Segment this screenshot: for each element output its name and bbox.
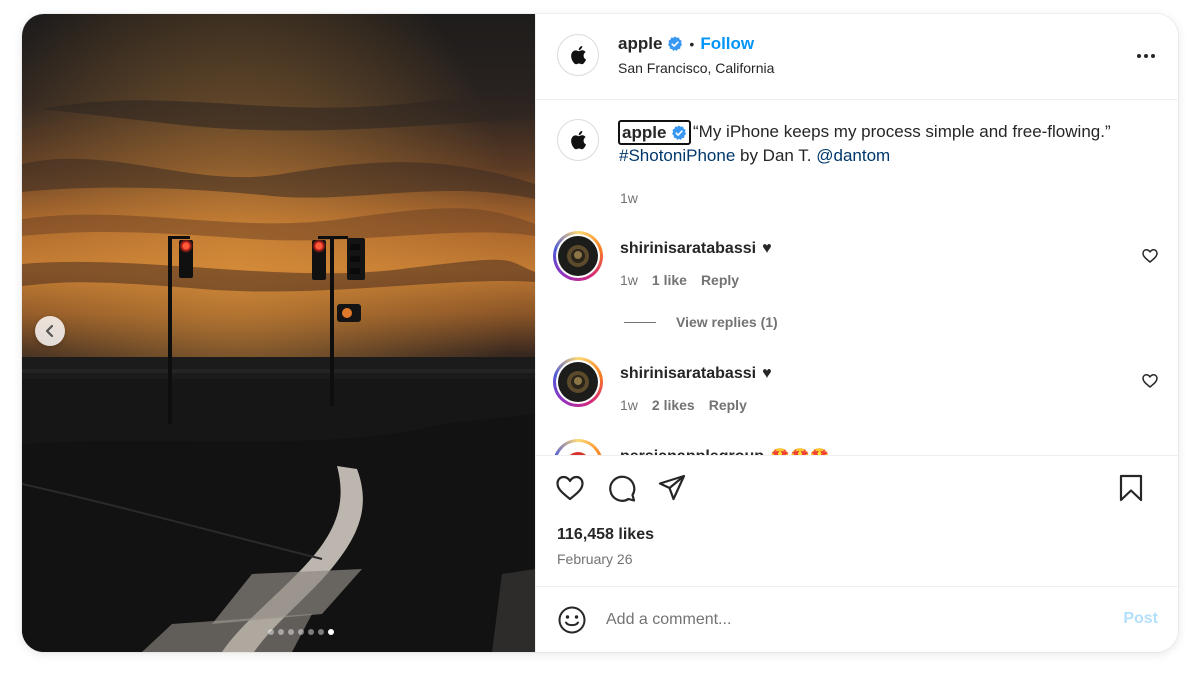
comment-username-text: persianapplegroup — [620, 448, 764, 455]
comment-text: 🤩🤩🤩 — [770, 447, 830, 455]
carousel-prev-button[interactable] — [35, 316, 65, 346]
comment-time[interactable]: 1w — [620, 397, 638, 413]
heart-icon[interactable] — [1142, 373, 1158, 389]
post-comment-button[interactable]: Post — [1123, 610, 1158, 628]
avatar-image — [558, 444, 598, 455]
caption-by: by Dan T. — [735, 146, 817, 165]
comment-meta: 1w 2 likes Reply — [620, 397, 747, 413]
verified-icon — [668, 36, 683, 51]
post-modal: apple • Follow San Francisco, California — [22, 14, 1178, 652]
heart-icon[interactable] — [1142, 248, 1158, 264]
apple-logo-icon — [571, 131, 586, 150]
caption-hashtag[interactable]: #ShotoniPhone — [619, 146, 735, 165]
add-comment-bar: Post — [536, 588, 1178, 652]
emoji-icon[interactable] — [557, 605, 587, 635]
comment-likes[interactable]: 2 likes — [652, 397, 695, 413]
comment-username-text: shirinisaratabassi — [620, 240, 757, 257]
comment-username[interactable]: persianapplegroup 🤩🤩🤩 — [620, 447, 830, 455]
heart-icon[interactable] — [554, 472, 586, 504]
comment-text: ♥ — [762, 365, 772, 382]
caption-username-text: apple — [622, 123, 667, 142]
comments-list[interactable]: apple “My iPhone keeps my process simple… — [536, 101, 1178, 455]
share-icon[interactable] — [656, 472, 688, 504]
comment-username-text: shirinisaratabassi — [620, 365, 757, 382]
comment-username[interactable]: shirinisaratabassi ♥ — [620, 365, 772, 383]
caption-line-2: #ShotoniPhone by Dan T. @dantom — [619, 146, 890, 166]
author-avatar[interactable] — [557, 34, 599, 76]
commenter-avatar[interactable] — [553, 439, 603, 455]
carousel-dot — [277, 629, 284, 635]
comment-username[interactable]: shirinisaratabassi ♥ — [620, 240, 772, 258]
bookmark-icon[interactable] — [1115, 472, 1147, 504]
post-side-panel: apple • Follow San Francisco, California — [535, 14, 1178, 652]
commenter-avatar[interactable] — [553, 357, 603, 407]
verified-icon — [672, 125, 687, 140]
comment-time[interactable]: 1w — [620, 272, 638, 288]
more-icon — [1137, 54, 1141, 58]
view-replies-label: View replies (1) — [676, 314, 778, 330]
comment-text: ♥ — [762, 240, 772, 257]
apple-logo-icon — [571, 46, 586, 65]
post-location[interactable]: San Francisco, California — [618, 60, 774, 76]
avatar-image — [558, 362, 598, 402]
carousel-dot — [297, 629, 304, 635]
reply-button[interactable]: Reply — [709, 397, 747, 413]
sunset-traffic-light-photo — [22, 14, 535, 652]
carousel-dot — [307, 629, 314, 635]
post-actions: 116,458 likes February 26 — [536, 455, 1178, 587]
post-date[interactable]: February 26 — [557, 551, 632, 567]
commenter-avatar[interactable] — [553, 231, 603, 281]
reply-button[interactable]: Reply — [701, 272, 739, 288]
comment-meta: 1w 1 like Reply — [620, 272, 739, 288]
avatar-image — [558, 236, 598, 276]
follow-button[interactable]: Follow — [700, 34, 754, 54]
caption-avatar[interactable] — [557, 119, 599, 161]
caption-time[interactable]: 1w — [620, 190, 638, 206]
author-line: apple • Follow — [618, 34, 754, 54]
carousel-indicator — [22, 629, 535, 635]
author-username[interactable]: apple — [618, 34, 662, 54]
caption-mention[interactable]: @dantom — [816, 146, 890, 165]
caption-text: “My iPhone keeps my process simple and f… — [693, 122, 1111, 141]
more-options-button[interactable] — [1134, 44, 1158, 68]
carousel-dot — [317, 629, 324, 635]
carousel-dot — [287, 629, 294, 635]
replies-line — [624, 321, 656, 323]
carousel-dot — [327, 629, 334, 635]
carousel-dot — [267, 629, 274, 635]
comment-likes[interactable]: 1 like — [652, 272, 687, 288]
post-header: apple • Follow San Francisco, California — [536, 14, 1178, 100]
post-photo — [22, 14, 535, 652]
caption-username[interactable]: apple — [618, 120, 692, 145]
separator-dot: • — [689, 36, 695, 52]
likes-count[interactable]: 116,458 likes — [557, 526, 654, 544]
comment-icon[interactable] — [606, 472, 638, 504]
view-replies-button[interactable]: View replies (1) — [624, 314, 778, 330]
comment-input[interactable] — [606, 606, 1096, 634]
chevron-left-icon — [45, 324, 54, 338]
